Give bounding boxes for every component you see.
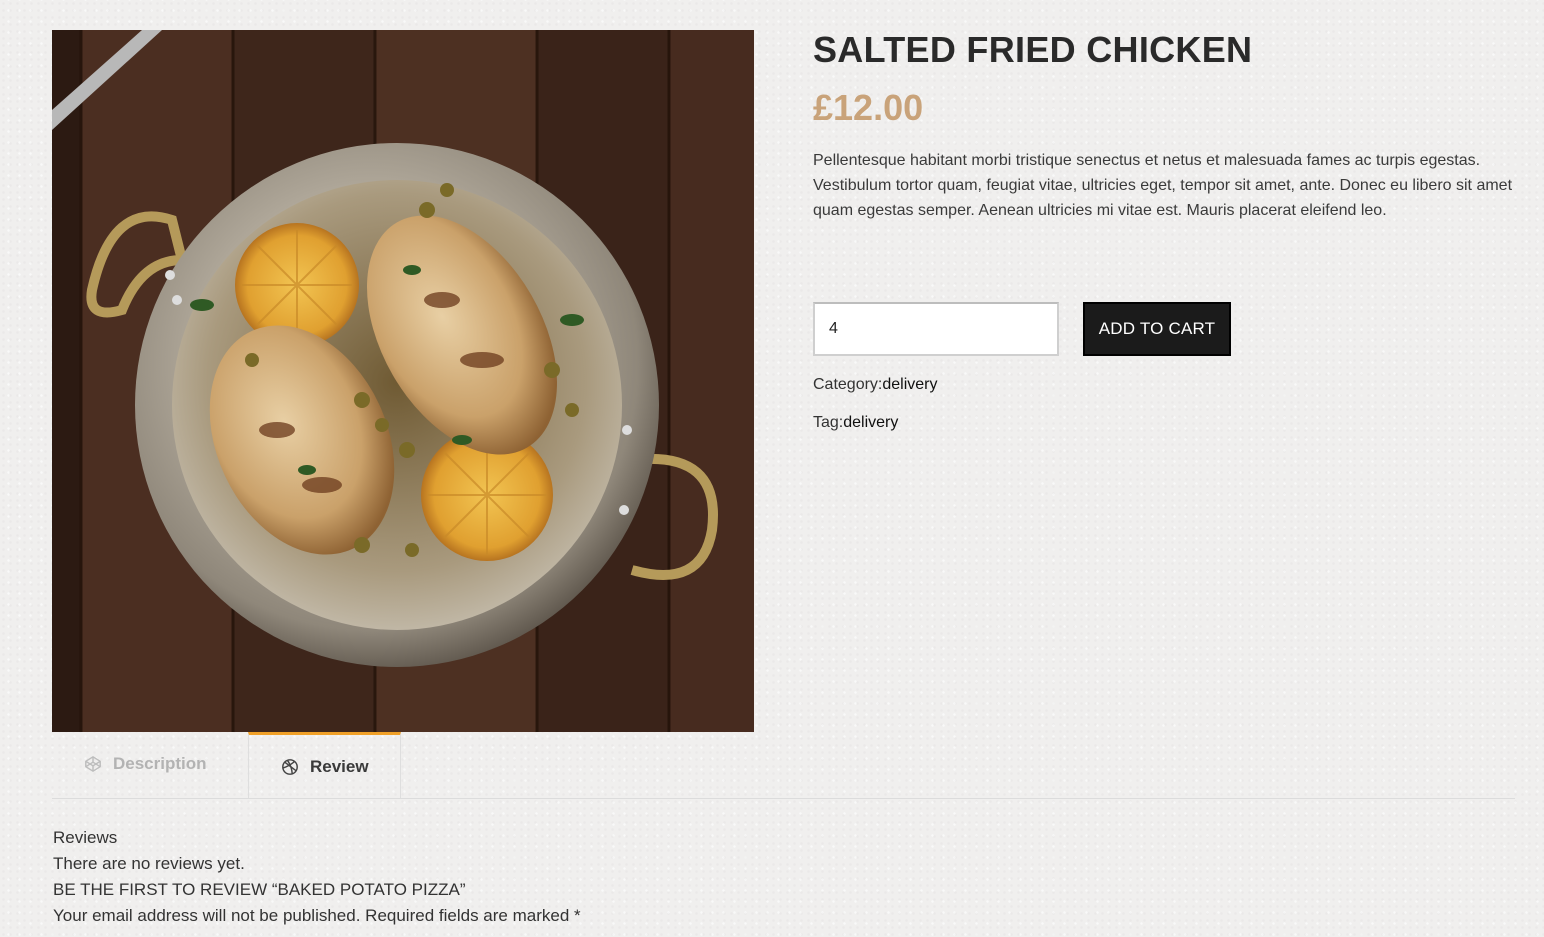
no-reviews-text: There are no reviews yet. xyxy=(53,854,245,873)
product-tag: Tag:delivery xyxy=(813,414,898,432)
tag-label: Tag: xyxy=(813,414,844,431)
reviews-heading: Reviews xyxy=(53,828,118,847)
quantity-input[interactable] xyxy=(813,302,1059,356)
dribbble-icon xyxy=(282,758,298,775)
product-image xyxy=(52,30,754,732)
product-price: £12.00 xyxy=(813,87,924,128)
tab-review-label: Review xyxy=(310,756,369,776)
first-review-prompt: BE THE FIRST TO REVIEW “BAKED POTATO PIZ… xyxy=(53,880,466,899)
product-photo xyxy=(52,30,754,732)
tab-description-label: Description xyxy=(113,754,207,773)
tab-review[interactable]: Review xyxy=(248,732,401,798)
tag-link[interactable]: delivery xyxy=(843,414,898,431)
product-tabs: Description Review xyxy=(52,732,1515,799)
codepen-icon xyxy=(85,756,101,772)
add-to-cart-button[interactable]: ADD TO CART xyxy=(1083,302,1231,356)
privacy-note: Your email address will not be published… xyxy=(53,906,581,925)
reviews-panel: Reviews There are no reviews yet. BE THE… xyxy=(53,825,581,929)
tab-description[interactable]: Description xyxy=(52,732,248,796)
product-title: SALTED FRIED CHICKEN xyxy=(813,29,1253,70)
category-link[interactable]: delivery xyxy=(882,376,937,393)
product-category: Category:delivery xyxy=(813,376,938,394)
category-label: Category: xyxy=(813,376,883,393)
product-summary: SALTED FRIED CHICKEN £12.00 Pellentesque… xyxy=(813,28,1523,431)
product-description: Pellentesque habitant morbi tristique se… xyxy=(813,152,1513,219)
add-to-cart-form: ADD TO CART xyxy=(813,302,1313,356)
